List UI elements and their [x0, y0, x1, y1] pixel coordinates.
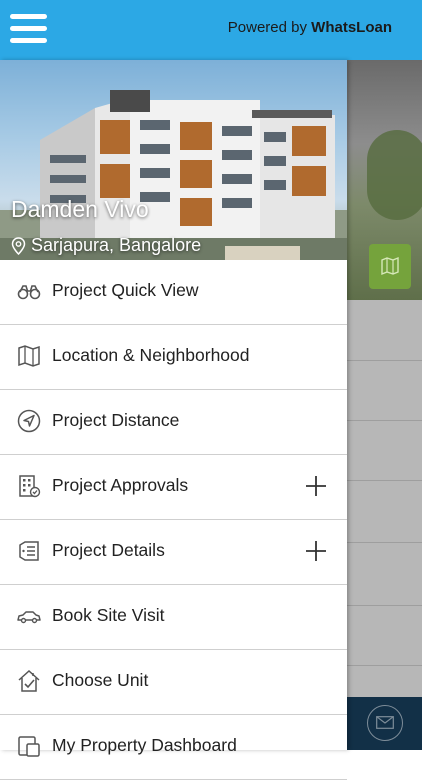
menu-item-choose-unit[interactable]: Choose Unit: [0, 650, 347, 715]
navigation-drawer: Damden Vivo Sarjapura, Bangalore Project…: [0, 60, 347, 780]
background-page: [347, 60, 422, 750]
building-illustration: [0, 90, 347, 260]
project-hero-image: Damden Vivo Sarjapura, Bangalore: [0, 60, 347, 260]
menu-item-label: Project Approvals: [52, 475, 189, 495]
app-header: Powered by WhatsLoan: [0, 0, 422, 60]
hamburger-menu-icon[interactable]: [10, 12, 48, 46]
map-icon: [381, 256, 399, 276]
menu-item-label: Book Site Visit: [52, 605, 165, 625]
menu-item-project-distance[interactable]: Project Distance: [0, 390, 347, 455]
menu-item-my-property-dashboard[interactable]: My Property Dashboard: [0, 715, 347, 780]
expand-plus-icon[interactable]: [305, 475, 327, 497]
map-icon: [18, 345, 40, 367]
project-name: Damden Vivo: [11, 196, 149, 222]
menu-item-label: Location & Neighborhood: [52, 345, 250, 365]
powered-brand: WhatsLoan: [311, 19, 392, 36]
menu-item-location-neighborhood[interactable]: Location & Neighborhood: [0, 325, 347, 390]
project-location: Sarjapura, Bangalore: [11, 235, 201, 256]
menu-item-label: Project Details: [52, 540, 165, 560]
building-approval-icon: [19, 475, 41, 498]
menu-item-project-quick-view[interactable]: Project Quick View: [0, 260, 347, 325]
background-footer: [347, 697, 422, 750]
menu-item-book-site-visit[interactable]: Book Site Visit: [0, 585, 347, 650]
expand-plus-icon[interactable]: [305, 540, 327, 562]
menu-item-label: Choose Unit: [52, 670, 149, 690]
map-button[interactable]: [369, 244, 411, 289]
menu-item-project-approvals[interactable]: Project Approvals: [0, 455, 347, 520]
home-check-icon: [18, 669, 40, 692]
binoculars-icon: [17, 285, 41, 300]
location-pin-icon: [11, 236, 26, 255]
mail-icon: [376, 716, 394, 729]
powered-by-text: Powered by WhatsLoan: [228, 19, 392, 36]
details-list-icon: [19, 541, 39, 561]
menu-item-label: Project Quick View: [52, 280, 199, 300]
menu-item-label: Project Distance: [52, 410, 180, 430]
menu-item-project-details[interactable]: Project Details: [0, 520, 347, 585]
menu-item-label: My Property Dashboard: [52, 735, 237, 755]
project-location-text: Sarjapura, Bangalore: [31, 235, 202, 255]
powered-prefix: Powered by: [227, 19, 307, 36]
navigation-icon: [17, 409, 41, 433]
dashboard-icon: [18, 736, 40, 757]
drawer-menu: Project Quick View Location & Neighborho…: [0, 260, 347, 780]
car-icon: [17, 611, 41, 624]
mail-button[interactable]: [367, 705, 403, 741]
